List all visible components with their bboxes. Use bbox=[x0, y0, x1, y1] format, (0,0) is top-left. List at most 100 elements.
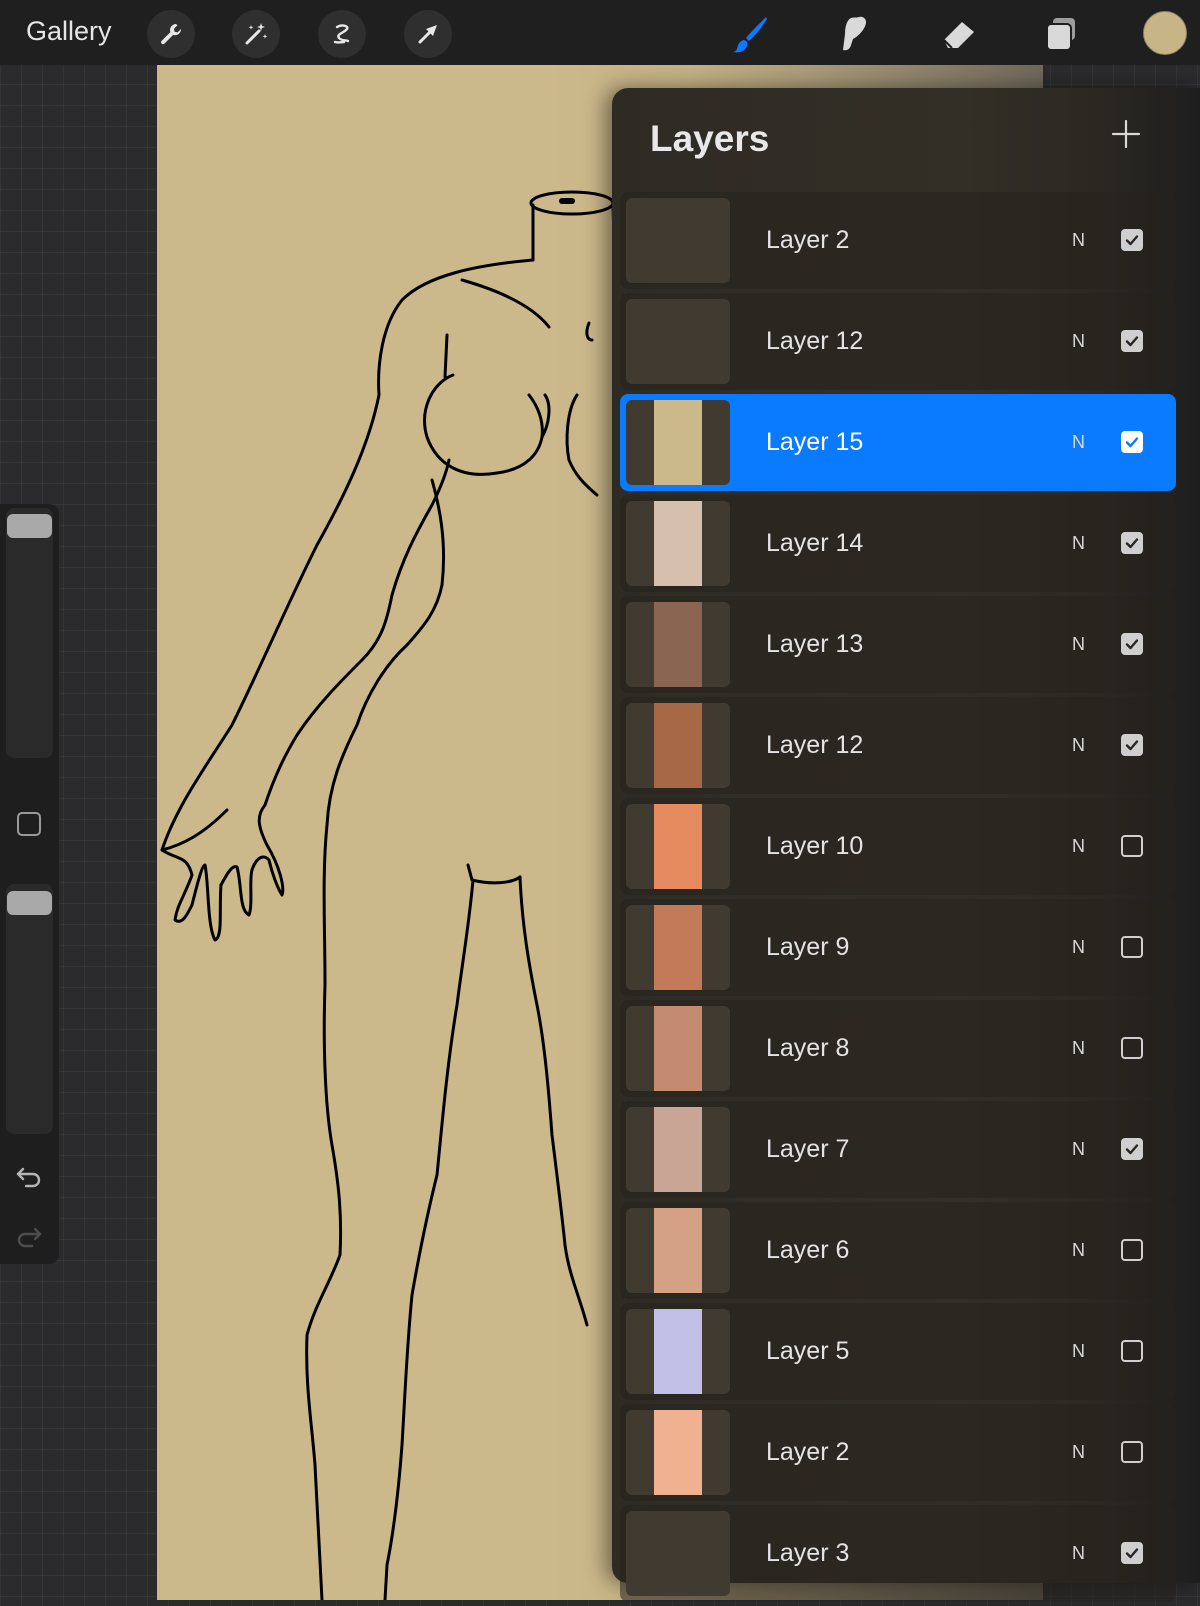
top-toolbar: Gallery bbox=[0, 0, 1200, 65]
layer-visibility-checkbox[interactable] bbox=[1121, 1239, 1143, 1261]
layer-name: Layer 9 bbox=[766, 933, 850, 961]
brush-icon[interactable] bbox=[727, 10, 775, 58]
layer-name: Layer 12 bbox=[766, 327, 864, 355]
blend-mode-button[interactable]: N bbox=[1072, 836, 1085, 857]
layer-thumbnail-fill bbox=[654, 703, 702, 788]
blend-mode-button[interactable]: N bbox=[1072, 1038, 1085, 1059]
gallery-button[interactable]: Gallery bbox=[26, 16, 112, 47]
plus-icon[interactable] bbox=[1110, 118, 1142, 150]
layer-name: Layer 6 bbox=[766, 1236, 850, 1264]
layer-thumbnail-fill bbox=[654, 804, 702, 889]
layer-name: Layer 12 bbox=[766, 731, 864, 759]
layer-visibility-checkbox[interactable] bbox=[1121, 431, 1143, 453]
layer-name: Layer 2 bbox=[766, 226, 850, 254]
layer-row[interactable]: Layer 12 N bbox=[620, 697, 1176, 794]
blend-mode-button[interactable]: N bbox=[1072, 1442, 1085, 1463]
blend-mode-button[interactable]: N bbox=[1072, 937, 1085, 958]
layer-name: Layer 15 bbox=[766, 428, 864, 456]
layer-row[interactable]: Layer 8 N bbox=[620, 1000, 1176, 1097]
wrench-icon[interactable] bbox=[147, 10, 195, 58]
layer-name: Layer 3 bbox=[766, 1539, 850, 1567]
layer-list: Layer 2 N Layer 12 N Layer 15 N Layer 14 N Layer… bbox=[620, 192, 1176, 1606]
layer-row[interactable]: Layer 3 N bbox=[620, 1505, 1176, 1602]
layer-thumbnail-fill bbox=[654, 1309, 702, 1394]
layer-row[interactable]: Layer 13 N bbox=[620, 596, 1176, 693]
color-picker-button[interactable] bbox=[1143, 11, 1187, 55]
modify-button[interactable] bbox=[17, 812, 41, 836]
layer-thumbnail[interactable] bbox=[626, 804, 730, 889]
layer-visibility-checkbox[interactable] bbox=[1121, 1340, 1143, 1362]
layer-row[interactable]: Layer 9 N bbox=[620, 899, 1176, 996]
layer-thumbnail-fill bbox=[654, 1410, 702, 1495]
layer-name: Layer 7 bbox=[766, 1135, 850, 1163]
layer-thumbnail[interactable] bbox=[626, 1006, 730, 1091]
layer-name: Layer 2 bbox=[766, 1438, 850, 1466]
layer-visibility-checkbox[interactable] bbox=[1121, 734, 1143, 756]
blend-mode-button[interactable]: N bbox=[1072, 1341, 1085, 1362]
layer-visibility-checkbox[interactable] bbox=[1121, 1542, 1143, 1564]
smudge-icon[interactable] bbox=[831, 10, 879, 58]
layer-visibility-checkbox[interactable] bbox=[1121, 229, 1143, 251]
layer-name: Layer 5 bbox=[766, 1337, 850, 1365]
layer-thumbnail-fill bbox=[654, 1208, 702, 1293]
layer-thumbnail[interactable] bbox=[626, 400, 730, 485]
layer-thumbnail[interactable] bbox=[626, 1309, 730, 1394]
layer-thumbnail[interactable] bbox=[626, 905, 730, 990]
layer-name: Layer 8 bbox=[766, 1034, 850, 1062]
layers-panel-title: Layers bbox=[650, 118, 770, 159]
layer-thumbnail[interactable] bbox=[626, 299, 730, 384]
layer-visibility-checkbox[interactable] bbox=[1121, 330, 1143, 352]
layer-visibility-checkbox[interactable] bbox=[1121, 1138, 1143, 1160]
layer-row[interactable]: Layer 7 N bbox=[620, 1101, 1176, 1198]
layer-visibility-checkbox[interactable] bbox=[1121, 1441, 1143, 1463]
layer-row[interactable]: Layer 5 N bbox=[620, 1303, 1176, 1400]
opacity-slider[interactable] bbox=[6, 884, 53, 1134]
blend-mode-button[interactable]: N bbox=[1072, 1543, 1085, 1564]
selection-icon[interactable] bbox=[318, 10, 366, 58]
layer-row[interactable]: Layer 2 N bbox=[620, 192, 1176, 289]
blend-mode-button[interactable]: N bbox=[1072, 634, 1085, 655]
layer-visibility-checkbox[interactable] bbox=[1121, 835, 1143, 857]
layer-row[interactable]: Layer 2 N bbox=[620, 1404, 1176, 1501]
layer-thumbnail[interactable] bbox=[626, 501, 730, 586]
layer-visibility-checkbox[interactable] bbox=[1121, 1037, 1143, 1059]
layer-thumbnail-fill bbox=[654, 1107, 702, 1192]
left-sidebar bbox=[0, 504, 59, 1264]
brush-size-thumb[interactable] bbox=[7, 514, 52, 538]
blend-mode-button[interactable]: N bbox=[1072, 1240, 1085, 1261]
blend-mode-button[interactable]: N bbox=[1072, 432, 1085, 453]
layer-row[interactable]: Layer 10 N bbox=[620, 798, 1176, 895]
layer-row[interactable]: Layer 15 N bbox=[620, 394, 1176, 491]
layer-visibility-checkbox[interactable] bbox=[1121, 633, 1143, 655]
layer-thumbnail[interactable] bbox=[626, 1511, 730, 1596]
layer-row[interactable]: Layer 6 N bbox=[620, 1202, 1176, 1299]
opacity-thumb[interactable] bbox=[7, 891, 52, 915]
transform-arrow-icon[interactable] bbox=[404, 10, 452, 58]
layer-name: Layer 10 bbox=[766, 832, 864, 860]
layer-thumbnail[interactable] bbox=[626, 1410, 730, 1495]
layer-thumbnail[interactable] bbox=[626, 703, 730, 788]
layer-thumbnail-fill bbox=[654, 602, 702, 687]
blend-mode-button[interactable]: N bbox=[1072, 331, 1085, 352]
layer-visibility-checkbox[interactable] bbox=[1121, 936, 1143, 958]
layer-thumbnail[interactable] bbox=[626, 198, 730, 283]
blend-mode-button[interactable]: N bbox=[1072, 1139, 1085, 1160]
undo-icon[interactable] bbox=[14, 1161, 44, 1191]
layer-thumbnail[interactable] bbox=[626, 1208, 730, 1293]
layer-thumbnail[interactable] bbox=[626, 1107, 730, 1192]
layer-thumbnail-fill bbox=[654, 1006, 702, 1091]
layer-name: Layer 14 bbox=[766, 529, 864, 557]
eraser-icon[interactable] bbox=[934, 10, 982, 58]
redo-icon[interactable] bbox=[14, 1221, 44, 1251]
blend-mode-button[interactable]: N bbox=[1072, 533, 1085, 554]
layer-visibility-checkbox[interactable] bbox=[1121, 532, 1143, 554]
brush-size-slider[interactable] bbox=[6, 508, 53, 758]
magic-wand-icon[interactable] bbox=[232, 10, 280, 58]
layer-thumbnail-fill bbox=[654, 501, 702, 586]
blend-mode-button[interactable]: N bbox=[1072, 230, 1085, 251]
layer-row[interactable]: Layer 14 N bbox=[620, 495, 1176, 592]
layer-row[interactable]: Layer 12 N bbox=[620, 293, 1176, 390]
layers-icon[interactable] bbox=[1037, 10, 1085, 58]
layer-thumbnail[interactable] bbox=[626, 602, 730, 687]
blend-mode-button[interactable]: N bbox=[1072, 735, 1085, 756]
